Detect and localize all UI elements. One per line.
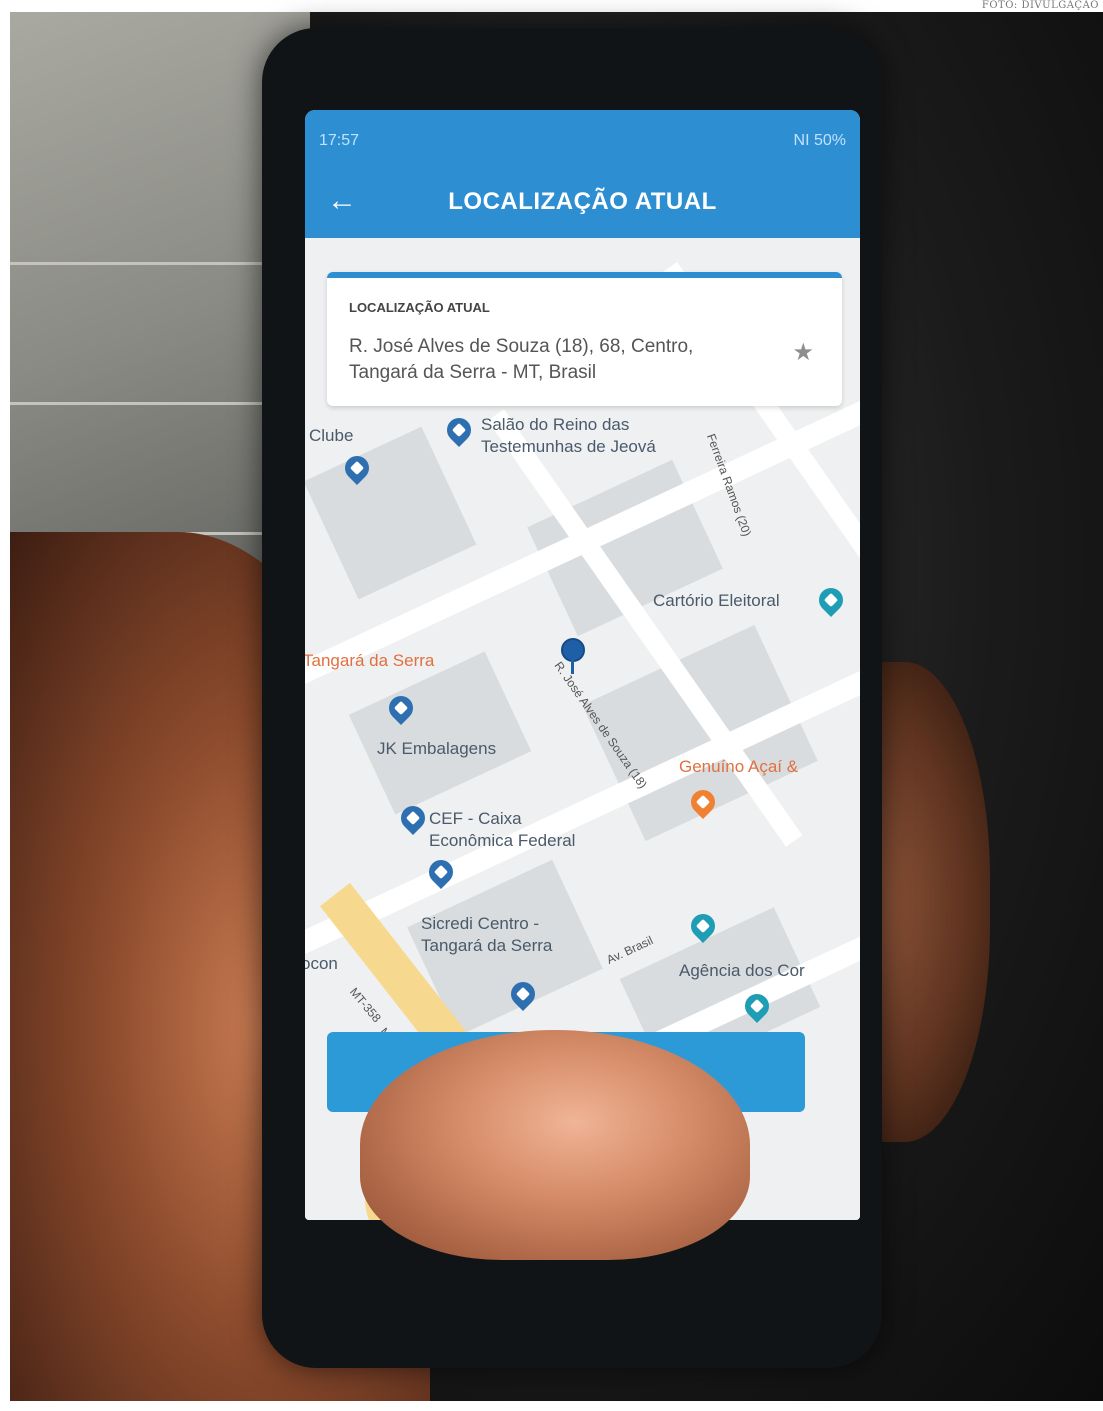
status-time: 17:57 xyxy=(319,132,360,149)
page-title: LOCALIZAÇÃO ATUAL xyxy=(448,188,717,215)
map-block xyxy=(348,651,532,815)
poi-label[interactable]: Sicredi Centro - xyxy=(421,913,539,935)
poi-label[interactable]: Tangará da Serra xyxy=(421,935,552,957)
address-line-1: R. José Alves de Souza (18), 68, Centro, xyxy=(349,336,694,357)
poi-label[interactable]: Tangará da Serra xyxy=(305,650,434,672)
card-label: LOCALIZAÇÃO ATUAL xyxy=(349,300,490,315)
street-label: MT-358 xyxy=(346,984,384,1026)
status-icons: NI 50% xyxy=(793,132,846,149)
poi-label[interactable]: CEF - Caixa xyxy=(429,808,522,830)
address-line-2: Tangará da Serra - MT, Brasil xyxy=(349,362,597,383)
star-icon[interactable]: ★ xyxy=(792,338,814,367)
church-pin-icon[interactable] xyxy=(442,413,476,447)
poi-label[interactable]: Cartório Eleitoral xyxy=(653,590,780,612)
location-card: LOCALIZAÇÃO ATUAL R. José Alves de Souza… xyxy=(327,272,842,406)
map-block xyxy=(305,426,477,600)
street-label: Av. Brasil xyxy=(604,933,656,967)
current-location-pin-stem xyxy=(571,656,574,674)
status-bar: 17:57 NI 50% xyxy=(305,110,860,166)
poi-label[interactable]: Agência dos Cor xyxy=(679,960,805,982)
poi-label[interactable]: Clube xyxy=(309,425,353,447)
app-bar: ← LOCALIZAÇÃO ATUAL xyxy=(305,166,860,238)
photo-credit: FOTO: DIVULGAÇÃO xyxy=(981,0,1099,11)
thumb xyxy=(360,1030,750,1260)
poi-label[interactable]: JK Embalagens xyxy=(377,738,496,760)
poi-label[interactable]: Testemunhas de Jeová xyxy=(481,436,656,458)
poi-label[interactable]: Genuíno Açaí & xyxy=(679,756,798,778)
poi-label[interactable]: ocon xyxy=(305,953,338,975)
poi-label[interactable]: Salão do Reino das xyxy=(481,414,629,436)
poi-label[interactable]: Econômica Federal xyxy=(429,830,575,852)
current-address: R. José Alves de Souza (18), 68, Centro,… xyxy=(349,334,769,386)
info-pin-icon[interactable] xyxy=(814,583,848,617)
